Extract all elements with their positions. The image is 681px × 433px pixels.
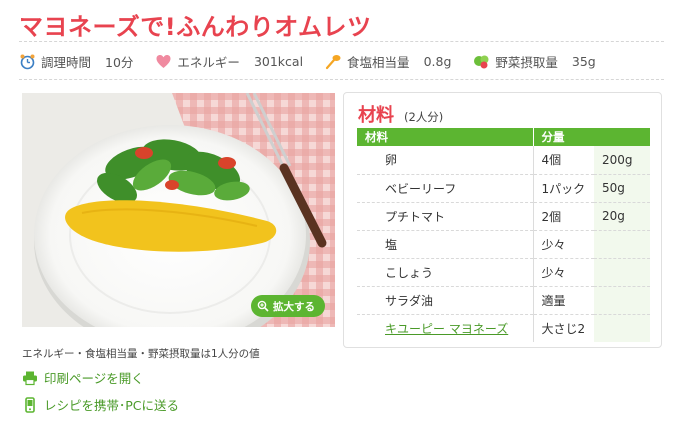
ingredient-grams bbox=[594, 285, 650, 314]
ingredient-row: ベビーリーフ 1パック 50g bbox=[357, 173, 650, 202]
ingredient-name-cell: 卵 bbox=[357, 146, 533, 174]
ingredient-name: ベビーリーフ bbox=[385, 181, 457, 196]
ingredient-grams bbox=[594, 229, 650, 258]
stat-salt: 食塩相当量 0.8g bbox=[325, 52, 451, 71]
stat-label: エネルギー bbox=[177, 54, 240, 70]
stat-value: 35g bbox=[571, 53, 596, 69]
recipe-photo[interactable]: 拡大する bbox=[22, 93, 335, 327]
zoom-label: 拡大する bbox=[273, 300, 315, 313]
ingredient-name: サラダ油 bbox=[385, 293, 434, 308]
ingredient-quantity: 4個 bbox=[532, 146, 594, 174]
print-page-label: 印刷ページを開く bbox=[44, 371, 144, 386]
stat-energy: エネルギー 301kcal bbox=[155, 52, 303, 71]
ingredient-name-cell: プチトマト bbox=[357, 201, 533, 230]
ingredients-panel: 材料 (2人分) 材料 分量 卵 4個 200g ベビーリーフ 1パック 50g プチトマト… bbox=[343, 92, 662, 348]
magnifier-plus-icon bbox=[257, 300, 269, 312]
ingredient-row: プチトマト 2個 20g bbox=[357, 201, 650, 230]
heart-icon bbox=[155, 53, 172, 70]
nutrition-note: エネルギー・食塩相当量・野菜摂取量は1人分の値 bbox=[22, 348, 260, 360]
ingredient-row: サラダ油 適量 bbox=[357, 285, 650, 314]
stat-cooking-time: 調理時間 10分 bbox=[19, 52, 133, 71]
ingredient-row: 塩 少々 bbox=[357, 229, 650, 258]
ingredients-table: 材料 分量 卵 4個 200g ベビーリーフ 1パック 50g プチトマト 2個 20g 塩少々こ… bbox=[357, 128, 650, 342]
ingredient-quantity: 少々 bbox=[532, 257, 594, 286]
ingredient-quantity: 1パック bbox=[532, 173, 594, 202]
salt-spoon-icon bbox=[325, 53, 342, 70]
ingredients-table-body: 卵 4個 200g ベビーリーフ 1パック 50g プチトマト 2個 20g 塩少々 こしょう 少々サ… bbox=[357, 146, 650, 342]
ingredient-grams: 20g bbox=[594, 201, 650, 230]
alarm-clock-icon bbox=[19, 53, 36, 70]
mobile-phone-icon bbox=[22, 396, 38, 413]
column-header-amount: 分量 bbox=[532, 128, 650, 146]
ingredient-grams: 50g bbox=[594, 173, 650, 202]
ingredient-row: キユーピー マヨネーズ 大さじ2 bbox=[357, 313, 650, 342]
stat-label: 食塩相当量 bbox=[347, 54, 410, 70]
ingredient-quantity: 少々 bbox=[532, 229, 594, 258]
stat-value: 10分 bbox=[105, 54, 134, 70]
ingredient-grams bbox=[594, 257, 650, 286]
send-recipe-link[interactable]: レシピを携帯･PCに送る bbox=[22, 395, 179, 414]
ingredient-quantity: 大さじ2 bbox=[532, 313, 594, 342]
ingredient-row: こしょう 少々 bbox=[357, 257, 650, 286]
ingredients-table-header: 材料 分量 bbox=[357, 128, 650, 146]
ingredient-product-link[interactable]: キユーピー マヨネーズ bbox=[385, 322, 508, 336]
stats-divider bbox=[19, 79, 664, 80]
omelette-photo-illustration bbox=[22, 93, 335, 327]
stat-vegetables: 野菜摂取量 35g bbox=[473, 52, 596, 71]
printer-icon bbox=[22, 370, 38, 386]
ingredient-name-cell: キユーピー マヨネーズ bbox=[357, 313, 533, 342]
ingredient-row: 卵 4個 200g bbox=[357, 146, 650, 174]
ingredient-name: プチトマト bbox=[385, 209, 446, 224]
ingredients-header: 材料 (2人分) bbox=[358, 101, 443, 127]
ingredient-quantity: 2個 bbox=[532, 201, 594, 230]
ingredient-name: 塩 bbox=[385, 237, 398, 252]
column-header-name: 材料 bbox=[357, 128, 533, 146]
zoom-button[interactable]: 拡大する bbox=[251, 295, 325, 317]
ingredient-quantity: 適量 bbox=[532, 285, 594, 314]
ingredient-name-cell: ベビーリーフ bbox=[357, 173, 533, 202]
send-recipe-label: レシピを携帯･PCに送る bbox=[44, 398, 180, 413]
recipe-stats: 調理時間 10分 エネルギー 301kcal 食塩相当量 0.8g 野菜摂取量 … bbox=[19, 50, 618, 72]
stat-label: 野菜摂取量 bbox=[495, 54, 558, 70]
servings-label: (2人分) bbox=[404, 110, 444, 124]
stat-value: 0.8g bbox=[423, 53, 452, 69]
ingredient-name-cell: サラダ油 bbox=[357, 285, 533, 314]
ingredients-title: 材料 bbox=[358, 105, 394, 126]
ingredient-name: 卵 bbox=[385, 153, 398, 168]
recipe-title: マヨネーズで!ふんわりオムレツ bbox=[19, 13, 372, 41]
ingredient-name: こしょう bbox=[385, 265, 434, 280]
ingredient-name-cell: 塩 bbox=[357, 229, 533, 258]
print-page-link[interactable]: 印刷ページを開く bbox=[22, 368, 144, 387]
ingredient-grams bbox=[594, 313, 650, 342]
ingredient-grams: 200g bbox=[594, 146, 650, 174]
ingredient-name-cell: こしょう bbox=[357, 257, 533, 286]
stat-value: 301kcal bbox=[253, 53, 304, 69]
stat-label: 調理時間 bbox=[41, 54, 92, 70]
title-divider bbox=[19, 41, 664, 42]
vegetables-icon bbox=[473, 53, 490, 70]
